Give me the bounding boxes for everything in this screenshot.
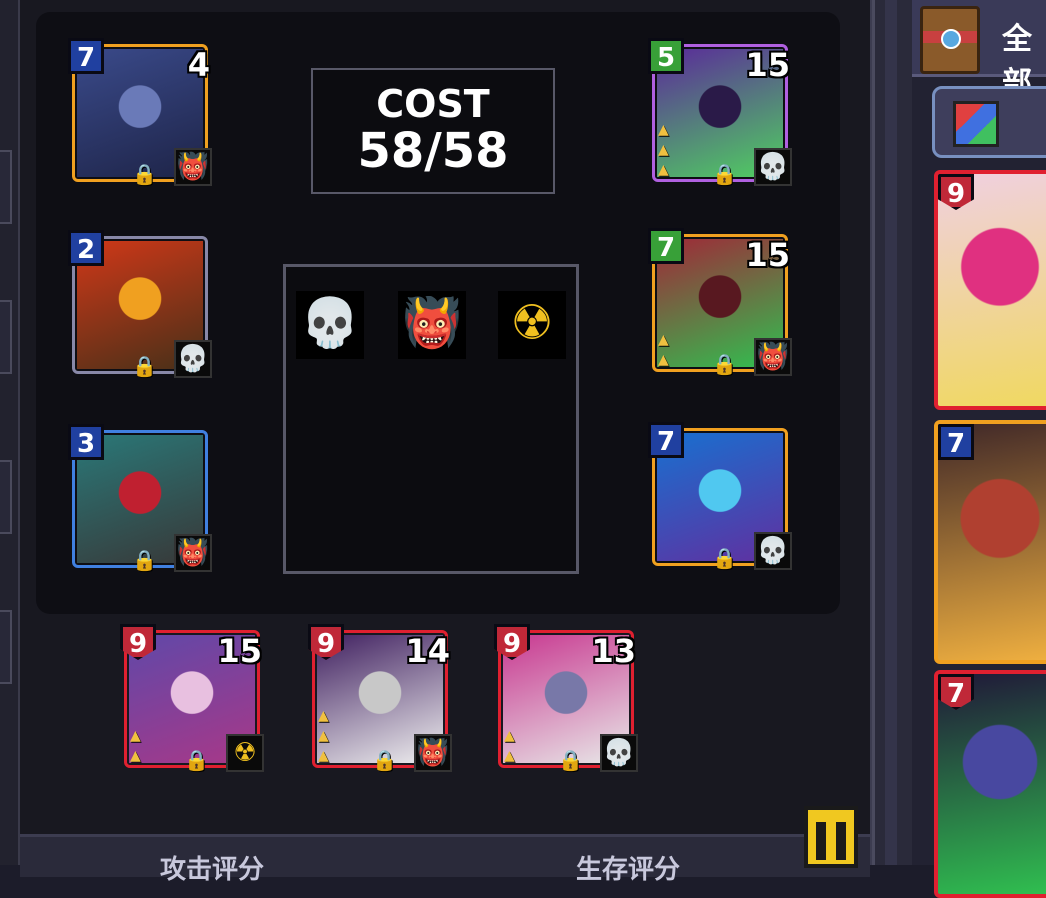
lock-icon[interactable]: 🔒 (372, 748, 397, 772)
card-power: 15 (745, 236, 790, 274)
lock-icon[interactable]: 🔒 (558, 748, 583, 772)
skull-type-icon: 💀 (754, 148, 792, 186)
left-edge-tab[interactable] (0, 460, 12, 534)
card-cost-badge: 7 (938, 424, 974, 460)
star-rank-icon: ▲ ▲ (504, 728, 515, 764)
unit-card[interactable]: 9 14 ▲ ▲ ▲ 🔒 👹 (308, 624, 454, 774)
attack-score-label: 攻击评分 (160, 855, 265, 885)
unit-card[interactable]: 9 15 ▲ ▲ 🔒 ☢ (120, 624, 266, 774)
unit-card[interactable]: 7 4 🔒 👹 (68, 38, 214, 188)
chest-icon[interactable] (920, 6, 980, 74)
lock-icon[interactable]: 🔒 (712, 162, 737, 186)
card-power: 13 (591, 632, 636, 670)
demon-type-icon: 👹 (414, 734, 452, 772)
collection-tab-bar: 全部 (912, 0, 1046, 101)
left-edge-tab[interactable] (0, 300, 12, 374)
lock-icon[interactable]: 🔒 (132, 354, 157, 378)
lock-icon[interactable]: 🔒 (132, 162, 157, 186)
radiation-icon[interactable]: ☢ (498, 291, 566, 359)
unit-card[interactable]: 5 15 ▲ ▲ ▲ 🔒 💀 (648, 38, 794, 188)
star-rank-icon: ▲ ▲ ▲ (318, 708, 329, 764)
collection-card[interactable]: 9 (934, 170, 1046, 410)
lock-icon[interactable]: 🔒 (712, 546, 737, 570)
card-power: 14 (405, 632, 450, 670)
bottom-bar: 攻击评分 生存评分 (20, 834, 870, 885)
card-cost-badge: 5 (648, 38, 684, 74)
synergy-panel: 💀 👹 ☢ (283, 264, 579, 574)
card-cost-badge: 9 (938, 174, 974, 210)
unit-card[interactable]: 2 🔒 💀 (68, 230, 214, 380)
skull-icon[interactable]: 💀 (296, 291, 364, 359)
star-rank-icon: ▲ ▲ (658, 332, 669, 368)
cost-title: COST (376, 82, 490, 126)
radiation-type-icon: ☢ (226, 734, 264, 772)
left-edge-tab[interactable] (0, 150, 12, 224)
left-edge-strip (0, 0, 20, 865)
demon-icon[interactable]: 👹 (398, 291, 466, 359)
lock-icon[interactable]: 🔒 (712, 352, 737, 376)
card-cost-badge: 7 (648, 228, 684, 264)
cost-panel: COST 58/58 (311, 68, 555, 194)
card-power: 15 (217, 632, 262, 670)
filter-button[interactable] (932, 86, 1046, 158)
skull-type-icon: 💀 (754, 532, 792, 570)
cost-value: 58/58 (357, 123, 509, 179)
skull-type-icon: 💀 (600, 734, 638, 772)
demon-type-icon: 👹 (174, 148, 212, 186)
collection-card[interactable]: 7 (934, 420, 1046, 664)
star-rank-icon: ▲ ▲ (130, 728, 141, 764)
lock-icon[interactable]: 🔒 (132, 548, 157, 572)
card-cost-badge: 3 (68, 424, 104, 460)
unit-card[interactable]: 7 🔒 💀 (648, 422, 794, 572)
card-power: 4 (187, 46, 210, 84)
card-cost-badge: 7 (648, 422, 684, 458)
survival-score-label: 生存评分 (576, 855, 681, 885)
unit-card[interactable]: 9 13 ▲ ▲ 🔒 💀 (494, 624, 640, 774)
card-cost-badge: 2 (68, 230, 104, 266)
card-cost-badge: 7 (938, 674, 974, 710)
card-power: 15 (745, 46, 790, 84)
color-filter-icon (953, 101, 999, 147)
demon-type-icon: 👹 (174, 534, 212, 572)
skull-type-icon: 💀 (174, 340, 212, 378)
card-collection-panel: 全部 9 7 7 (912, 0, 1046, 898)
left-edge-tab[interactable] (0, 610, 12, 684)
lock-icon[interactable]: 🔒 (184, 748, 209, 772)
expand-button[interactable] (804, 806, 858, 868)
unit-card[interactable]: 7 15 ▲ ▲ 🔒 👹 (648, 228, 794, 378)
unit-card[interactable]: 3 🔒 👹 (68, 424, 214, 574)
card-cost-badge: 7 (68, 38, 104, 74)
star-rank-icon: ▲ ▲ ▲ (658, 122, 669, 178)
collection-card[interactable]: 7 (934, 670, 1046, 898)
demon-type-icon: 👹 (754, 338, 792, 376)
